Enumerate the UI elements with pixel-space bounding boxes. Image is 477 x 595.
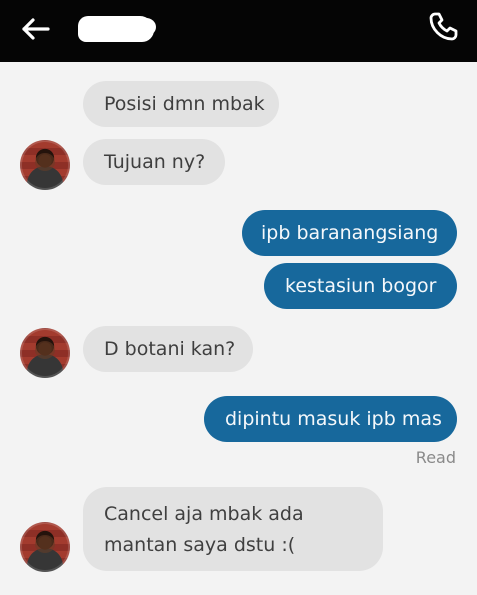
avatar xyxy=(20,522,70,572)
avatar xyxy=(20,328,70,378)
phone-icon[interactable] xyxy=(426,10,460,44)
message-outgoing: dipintu masuk ipb mas xyxy=(204,396,457,442)
message-outgoing: ipb baranangsiang xyxy=(242,210,457,256)
read-status: Read xyxy=(415,448,456,467)
chat-header xyxy=(0,0,477,62)
message-incoming: Cancel aja mbak ada mantan saya dstu :( xyxy=(83,487,383,571)
chat-thread[interactable]: Posisi dmn mbak Tujuan ny? ipb baranangs… xyxy=(0,62,477,595)
message-incoming: Posisi dmn mbak xyxy=(83,81,279,127)
message-outgoing: kestasiun bogor xyxy=(264,263,457,309)
message-incoming: D botani kan? xyxy=(83,326,253,372)
back-arrow-icon[interactable] xyxy=(18,14,52,44)
message-incoming: Tujuan ny? xyxy=(83,139,225,185)
redacted-contact-name xyxy=(78,16,156,42)
avatar xyxy=(20,140,70,190)
